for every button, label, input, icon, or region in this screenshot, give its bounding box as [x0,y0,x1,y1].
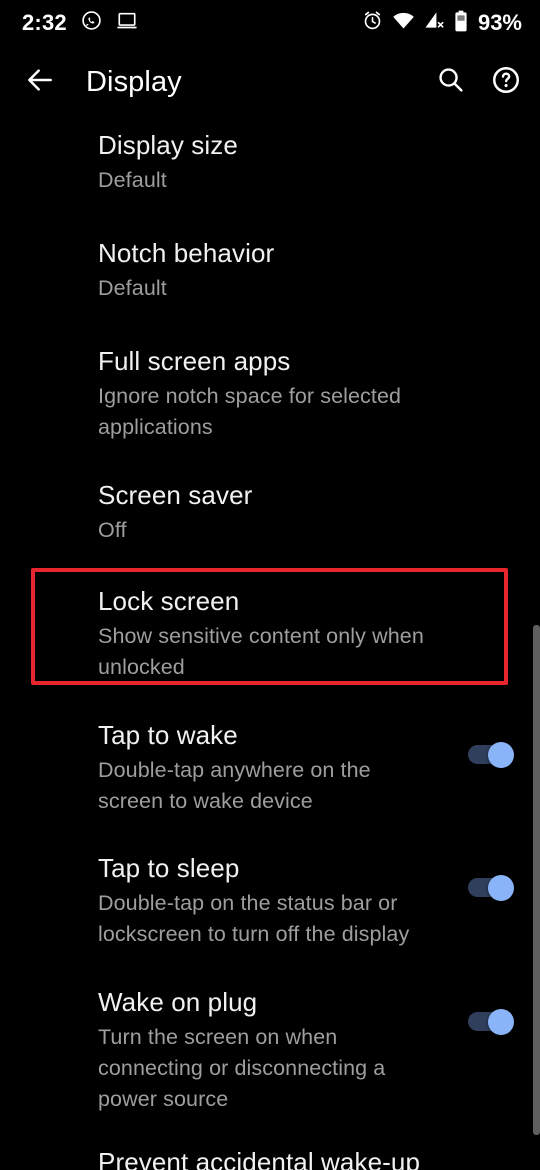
row-text: Display size Default [98,130,516,196]
settings-row-wake-on-plug[interactable]: Wake on plug Turn the screen on when con… [0,987,540,1115]
back-arrow-icon [24,64,56,101]
settings-row-notch-behavior[interactable]: Notch behavior Default [0,238,540,304]
settings-row-display-size[interactable]: Display size Default [0,130,540,196]
row-title: Display size [98,130,238,160]
battery-icon [454,10,468,37]
settings-row-screen-saver[interactable]: Screen saver Off [0,480,540,546]
row-subtitle: Default [98,275,167,300]
row-text: Tap to wake Double-tap anywhere on the s… [98,720,468,817]
search-icon [436,65,465,99]
status-bar: 2:32 93% [0,0,540,46]
cast-screen-icon [116,11,138,36]
settings-list[interactable]: Display size Default Notch behavior Defa… [0,118,540,1170]
row-title: Prevent accidental wake-up [98,1147,421,1170]
toggle-tap-to-wake[interactable] [468,742,514,768]
help-circle-icon [491,65,521,100]
row-subtitle: Double-tap on the status bar or lockscre… [98,890,410,946]
app-bar-actions [422,54,540,110]
row-subtitle: Turn the screen on when connecting or di… [98,1024,386,1111]
settings-row-prevent-accidental-wake-up[interactable]: Prevent accidental wake-up [0,1147,540,1170]
row-text: Lock screen Show sensitive content only … [98,586,516,683]
battery-percentage: 93% [477,10,522,35]
row-text: Notch behavior Default [98,238,516,304]
settings-row-full-screen-apps[interactable]: Full screen apps Ignore notch space for … [0,346,540,443]
row-subtitle: Off [98,517,127,542]
vertical-scrollbar[interactable] [533,625,540,1135]
row-title: Wake on plug [98,987,258,1017]
status-bar-right: 93% [362,10,522,37]
row-title: Screen saver [98,480,253,510]
row-subtitle: Default [98,167,167,192]
search-button[interactable] [422,54,478,110]
settings-row-lock-screen[interactable]: Lock screen Show sensitive content only … [0,586,540,683]
row-title: Tap to wake [98,720,238,750]
row-title: Notch behavior [98,238,275,268]
settings-row-tap-to-sleep[interactable]: Tap to sleep Double-tap on the status ba… [0,853,540,950]
alarm-icon [362,10,383,36]
toggle-tap-to-sleep[interactable] [468,875,514,901]
help-button[interactable] [478,54,534,110]
cellular-signal-off-icon [424,11,445,35]
toggle-thumb [488,1009,514,1035]
toggle-thumb [488,875,514,901]
phone-screen: 2:32 93% Display Display size Default No… [0,0,540,1170]
status-bar-clock: 2:32 [22,10,67,35]
row-title: Tap to sleep [98,853,240,883]
toggle-thumb [488,742,514,768]
row-text: Full screen apps Ignore notch space for … [98,346,516,443]
row-subtitle: Show sensitive content only when unlocke… [98,623,424,679]
settings-row-tap-to-wake[interactable]: Tap to wake Double-tap anywhere on the s… [0,720,540,817]
row-text: Tap to sleep Double-tap on the status ba… [98,853,468,950]
row-subtitle: Double-tap anywhere on the screen to wak… [98,757,371,813]
back-button[interactable] [12,54,68,110]
row-text: Wake on plug Turn the screen on when con… [98,987,468,1115]
row-title: Lock screen [98,586,240,616]
row-text: Screen saver Off [98,480,516,546]
row-subtitle: Ignore notch space for selected applicat… [98,383,402,439]
whatsapp-icon [81,10,102,36]
page-title: Display [86,65,182,98]
row-text: Prevent accidental wake-up [98,1147,516,1170]
wifi-icon [392,11,415,35]
status-bar-left: 2:32 [22,10,138,36]
app-bar: Display [0,46,540,118]
toggle-wake-on-plug[interactable] [468,1009,514,1035]
row-title: Full screen apps [98,346,291,376]
